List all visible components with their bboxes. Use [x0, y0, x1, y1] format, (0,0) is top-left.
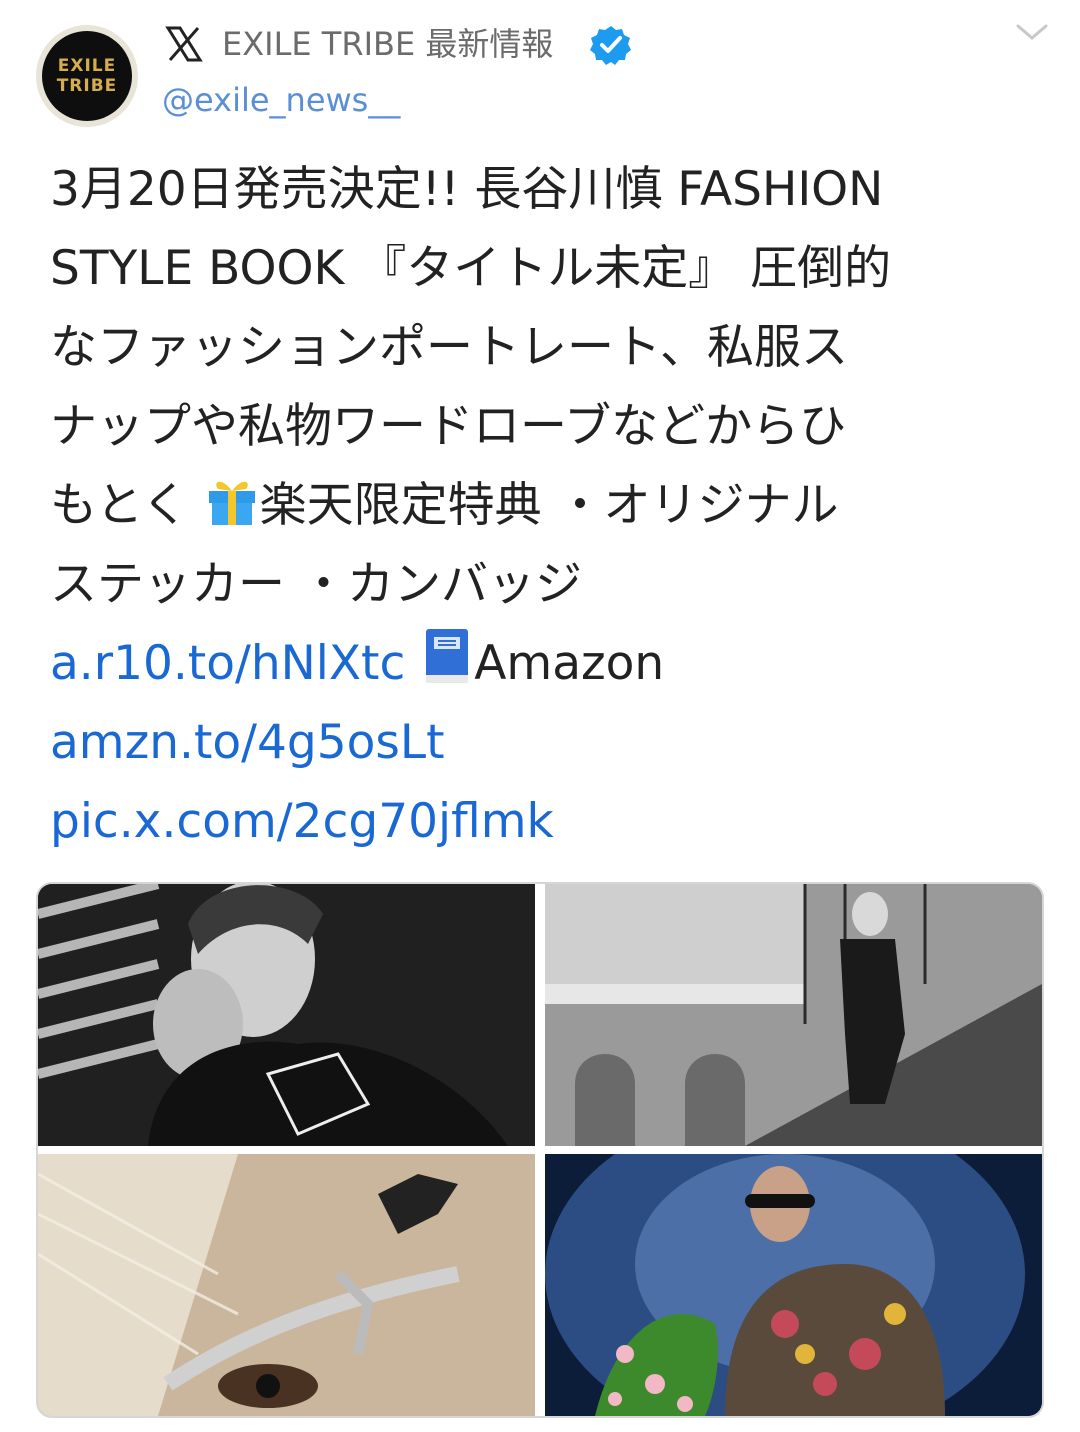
photo-1-illustration	[38, 884, 535, 1146]
photo-eyewear-closeup[interactable]	[38, 1154, 535, 1416]
tweet-header: EXILE TRIBE EXILE TRIBE 最新情報 @exile_news…	[0, 0, 1080, 140]
amazon-link[interactable]: amzn.to/4g5osLt	[50, 703, 1040, 782]
tweet-text-line-6: ステッカー ・カンバッジ	[50, 557, 582, 612]
avatar-text-line-2: TRIBE	[56, 76, 118, 96]
account-name[interactable]: EXILE TRIBE 最新情報	[222, 22, 553, 66]
amazon-label: Amazon	[474, 636, 665, 691]
photo-portrait-hand-on-face[interactable]	[38, 884, 535, 1146]
avatar-text-line-1: EXILE	[57, 56, 117, 76]
chevron-down-icon[interactable]	[1012, 18, 1052, 46]
photo-staircase[interactable]	[545, 884, 1042, 1146]
tweet-text-line-4: ナップや私物ワードローブなどからひ	[50, 399, 847, 454]
tweet-text-line-5-prefix: もとく	[50, 478, 204, 533]
gift-emoji-icon	[208, 481, 255, 525]
photo-sunglasses-flowers[interactable]	[545, 1154, 1042, 1416]
avatar[interactable]: EXILE TRIBE	[36, 25, 138, 127]
tweet-text-line-3: なファッションポートレート、私服ス	[50, 320, 849, 375]
tweet-body: 3月20日発売決定!! 長谷川慎 FASHION STYLE BOOK 『タイト…	[50, 150, 1040, 861]
tweet-text-line-1: 3月20日発売決定!! 長谷川慎 FASHION	[50, 162, 884, 217]
tweet-text-line-2: STYLE BOOK 『タイトル未定』 圧倒的	[50, 241, 892, 296]
tweet-text-line-5-suffix: 楽天限定特典 ・オリジナル	[259, 478, 839, 533]
tweet-link-line: a.r10.to/hNlXtc Amazon	[50, 624, 1040, 703]
photo-4-illustration	[545, 1154, 1042, 1416]
rakuten-link[interactable]: a.r10.to/hNlXtc	[50, 636, 405, 691]
photo-3-illustration	[38, 1154, 535, 1416]
blue-book-emoji-icon	[426, 629, 469, 683]
verified-badge-icon	[590, 26, 631, 65]
x-logo-icon	[165, 26, 203, 62]
photo-2-illustration	[545, 884, 1042, 1146]
tweet-text-line-5: もとく 楽天限定特典 ・オリジナル	[50, 466, 1040, 545]
account-handle[interactable]: @exile_news__	[162, 78, 400, 122]
pic-link[interactable]: pic.x.com/2cg70jflmk	[50, 782, 1040, 861]
media-grid	[36, 882, 1044, 1418]
avatar-logo: EXILE TRIBE	[42, 31, 132, 121]
